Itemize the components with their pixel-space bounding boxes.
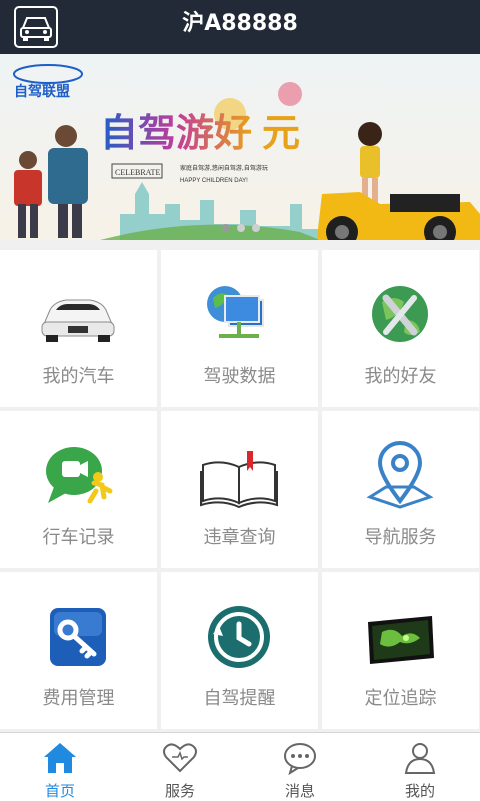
tracking-map-icon [360,602,440,672]
user-icon [402,741,438,775]
top-bar: 沪A88888 [0,0,480,54]
globe-tools-icon [360,280,440,350]
tile-label: 自驾提醒 [203,688,276,709]
tab-home[interactable]: 首页 [0,733,120,801]
tile-label: 定位追踪 [364,688,437,709]
home-icon [42,741,78,775]
tile-my-car[interactable]: 我的汽车 [0,250,157,407]
banner-headline: 自驾游好 [100,111,252,155]
location-pin-icon [360,441,440,511]
heart-icon [162,741,198,775]
page-title: 沪A88888 [182,11,298,36]
tile-driving-record[interactable]: 行车记录 [0,411,157,568]
tile-label: 行车记录 [42,527,115,548]
tile-location-tracking[interactable]: 定位追踪 [322,572,479,729]
tile-label: 我的好友 [364,366,437,387]
banner-dot-2[interactable] [237,224,245,232]
tile-label: 违章查询 [203,527,276,548]
tab-label: 我的 [404,782,435,800]
tile-expense-management[interactable]: 费用管理 [0,572,157,729]
bottom-tab-bar: 首页 服务 消息 我的 [0,732,480,801]
tile-driving-data[interactable]: 驾驶数据 [161,250,318,407]
banner-dot-1[interactable] [222,224,230,232]
tab-label: 消息 [284,782,315,800]
tile-label: 导航服务 [364,527,437,548]
key-icon [38,602,118,672]
banner-badge: CELEBRATE [115,168,160,177]
tab-service[interactable]: 服务 [120,733,240,801]
banner-tag: HAPPY CHILDREN DAY! [180,178,248,184]
banner-headline-alt: 元 [262,111,300,155]
car-icon [38,280,118,350]
banner-slogan: 家庭自驾游,悠闲自驾游,自驾游玩 [180,164,268,172]
book-icon [199,441,279,511]
tile-label: 驾驶数据 [203,366,276,387]
banner-dot-3[interactable] [252,224,260,232]
clock-icon [199,602,279,672]
tab-label: 服务 [164,782,195,800]
tab-messages[interactable]: 消息 [240,733,360,801]
tile-my-friends[interactable]: 我的好友 [322,250,479,407]
tile-trip-reminder[interactable]: 自驾提醒 [161,572,318,729]
feature-grid: 我的汽车 驾驶数据 我的好友 行车记录 违章查询 导航服务 费用管理 自驾提醒 … [0,250,480,732]
promo-banner[interactable]: 自驾联盟 自驾游好 元 CELEBRATE 家庭自驾游,悠闲自驾游,自驾游玩 H… [0,54,480,240]
tile-violation-query[interactable]: 违章查询 [161,411,318,568]
tab-label: 首页 [44,782,75,800]
chat-icon [282,741,318,776]
tile-navigation[interactable]: 导航服务 [322,411,479,568]
video-runner-icon [38,441,118,511]
network-data-icon [199,280,279,350]
tile-label: 费用管理 [42,688,115,709]
tile-label: 我的汽车 [42,366,115,387]
tab-mine[interactable]: 我的 [360,733,480,801]
banner-logo-text: 自驾联盟 [14,83,70,99]
